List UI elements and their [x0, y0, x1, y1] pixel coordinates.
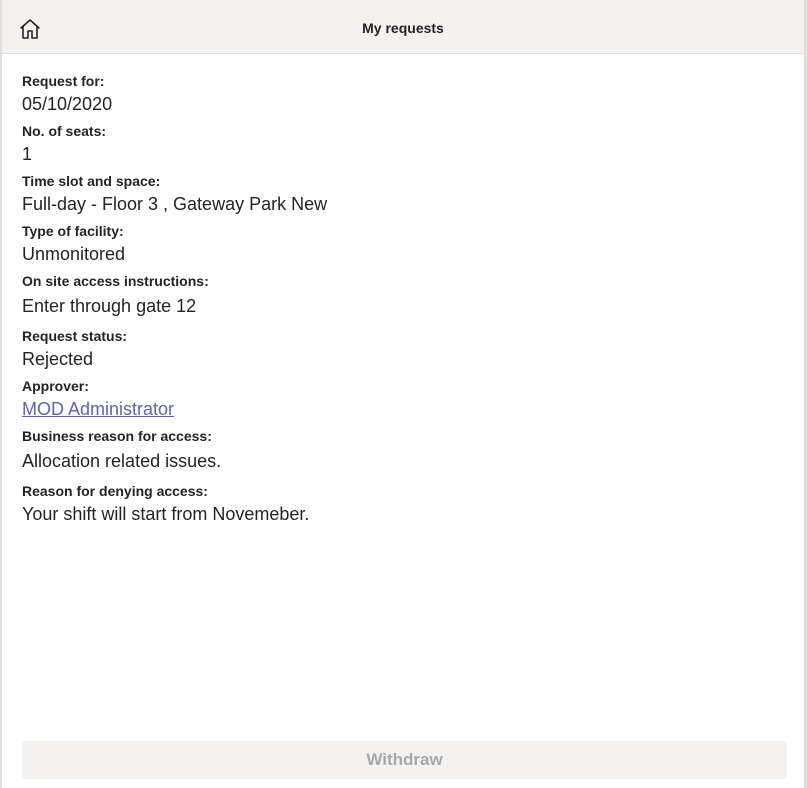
seats-label: No. of seats:	[22, 123, 107, 139]
approver-link[interactable]: MOD Administrator	[22, 399, 174, 420]
business-reason-label: Business reason for access:	[22, 428, 212, 444]
deny-reason-label: Reason for denying access:	[22, 483, 208, 499]
request-for-label: Request for:	[22, 73, 105, 89]
seats-value: 1	[22, 144, 33, 164]
app-frame: My requests Request for: 05/10/2020 No. …	[0, 0, 807, 788]
status-label: Request status:	[22, 328, 128, 344]
deny-reason-value: Your shift will start from Novemeber.	[22, 504, 310, 524]
withdraw-button[interactable]: Withdraw	[22, 741, 787, 779]
request-for-value: 05/10/2020	[22, 94, 113, 114]
page-title: My requests	[362, 20, 444, 36]
header-bar: My requests	[2, 0, 804, 54]
status-value: Rejected	[22, 349, 94, 369]
facility-value: Unmonitored	[22, 244, 126, 264]
instructions-label: On site access instructions:	[22, 273, 209, 289]
instructions-value: Enter through gate 12	[22, 296, 197, 316]
approver-label: Approver:	[22, 378, 89, 394]
facility-label: Type of facility:	[22, 223, 124, 239]
timeslot-label: Time slot and space:	[22, 173, 161, 189]
business-reason-value: Allocation related issues.	[22, 451, 222, 471]
timeslot-value: Full-day - Floor 3 , Gateway Park New	[22, 194, 328, 214]
